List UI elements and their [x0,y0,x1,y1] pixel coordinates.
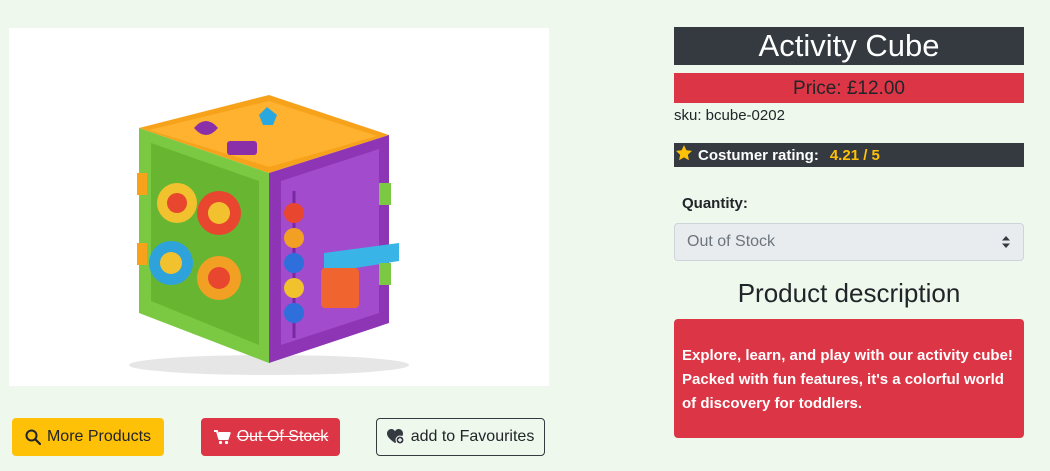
product-image-card [9,28,549,386]
sort-caret-icon [1001,224,1011,260]
product-sku: sku: bcube-0202 [674,107,785,124]
out-of-stock-label: Out Of Stock [236,428,329,445]
out-of-stock-button[interactable]: Out Of Stock [201,418,340,456]
product-title: Activity Cube [674,27,1024,65]
cart-icon [213,429,231,445]
product-image [129,95,409,375]
star-icon [675,144,693,166]
add-to-favourites-label: add to Favourites [410,428,535,445]
quantity-select[interactable]: Out of Stock [674,223,1024,261]
more-products-label: More Products [46,428,152,445]
heart-plus-icon [386,429,405,445]
rating-label: Costumer rating: [698,146,819,164]
quantity-selected-value: Out of Stock [687,233,776,250]
rating-value: 4.21 / 5 [829,146,880,164]
quantity-label: Quantity: [682,195,748,212]
product-price: Price: £12.00 [674,73,1024,103]
product-description: Explore, learn, and play with our activi… [674,319,1024,438]
customer-rating-bar: Costumer rating: 4.21 / 5 [674,143,1024,167]
product-description-heading: Product description [737,278,961,308]
more-products-button[interactable]: More Products [12,418,164,456]
add-to-favourites-button[interactable]: add to Favourites [376,418,545,456]
search-icon [25,429,41,445]
